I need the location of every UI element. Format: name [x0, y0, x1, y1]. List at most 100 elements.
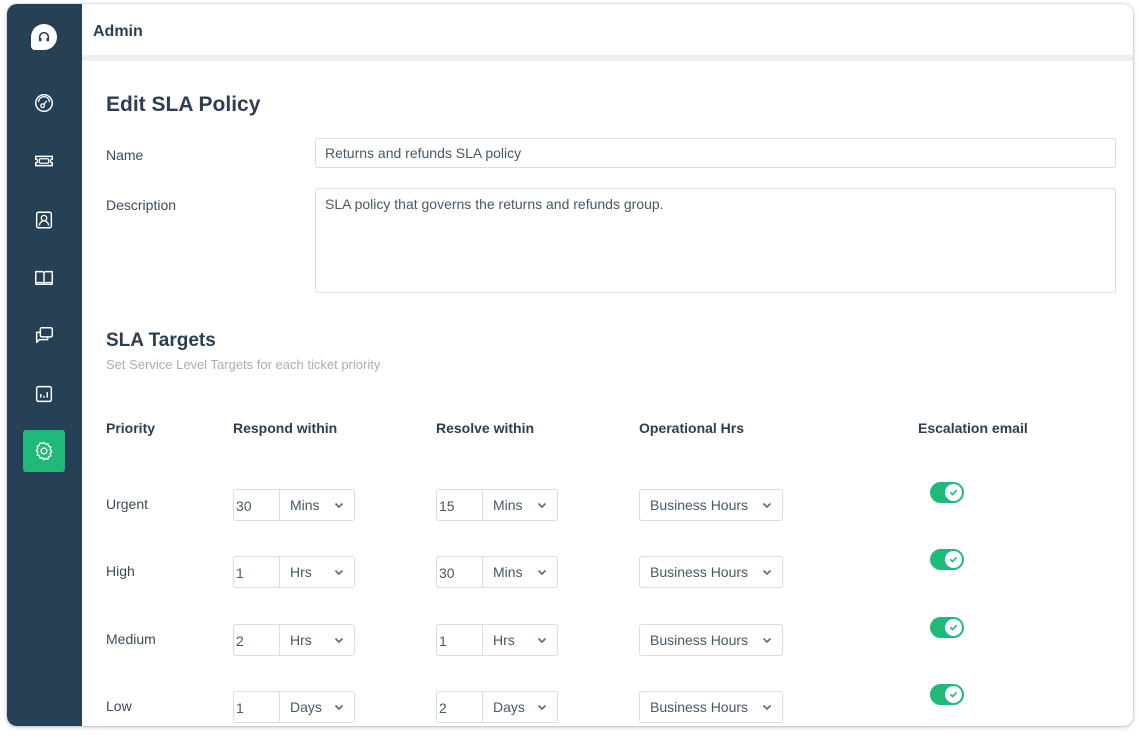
- check-icon: [949, 624, 958, 631]
- respond-within-field: 2 Hrs: [233, 624, 355, 656]
- respond-within-field: 30 Mins: [233, 489, 355, 521]
- app-window: Admin Edit SLA Policy Name Description S…: [7, 4, 1133, 726]
- sidebar-item-contacts[interactable]: [23, 199, 65, 241]
- page-section-title: Admin: [93, 23, 143, 40]
- respond-unit-value: Days: [290, 699, 322, 715]
- respond-unit-select[interactable]: Hrs: [280, 625, 354, 655]
- escalation-email-toggle[interactable]: [930, 684, 964, 705]
- respond-value-input[interactable]: 30: [234, 490, 280, 520]
- chevron-down-icon: [537, 569, 547, 575]
- priority-label: Medium: [106, 631, 156, 647]
- resolve-unit-select[interactable]: Hrs: [483, 625, 557, 655]
- chevron-down-icon: [537, 502, 547, 508]
- description-textarea[interactable]: SLA policy that governs the returns and …: [315, 188, 1116, 293]
- toggle-knob: [945, 484, 962, 501]
- escalation-email-toggle[interactable]: [930, 549, 964, 570]
- chevron-down-icon: [762, 502, 772, 508]
- gear-icon: [35, 441, 53, 461]
- top-bar: Admin: [82, 4, 1133, 61]
- respond-unit-select[interactable]: Mins: [280, 490, 354, 520]
- sla-targets-title: SLA Targets: [106, 330, 216, 351]
- chevron-down-icon: [762, 637, 772, 643]
- toggle-knob: [945, 619, 962, 636]
- dashboard-gauge-icon: [35, 94, 53, 112]
- contact-card-icon: [35, 211, 53, 229]
- name-input[interactable]: [315, 138, 1116, 168]
- column-header-respond: Respond within: [233, 420, 338, 436]
- operational-hrs-select[interactable]: Business Hours: [639, 624, 783, 656]
- check-icon: [949, 691, 958, 698]
- respond-within-field: 1 Hrs: [233, 556, 355, 588]
- escalation-email-toggle[interactable]: [930, 482, 964, 503]
- sidebar-item-tickets[interactable]: [23, 140, 65, 182]
- respond-value-input[interactable]: 2: [234, 625, 280, 655]
- sidebar-item-reports[interactable]: [23, 373, 65, 415]
- priority-label: Urgent: [106, 496, 149, 512]
- check-icon: [949, 556, 958, 563]
- check-icon: [949, 489, 958, 496]
- chevron-down-icon: [537, 637, 547, 643]
- bar-chart-icon: [35, 385, 53, 403]
- book-icon: [35, 270, 53, 286]
- resolve-value-input[interactable]: 30: [437, 557, 483, 587]
- toggle-knob: [945, 551, 962, 568]
- operational-hrs-select[interactable]: Business Hours: [639, 556, 783, 588]
- resolve-within-field: 2 Days: [436, 691, 558, 723]
- resolve-unit-value: Hrs: [493, 632, 515, 648]
- sidebar-item-admin[interactable]: [23, 430, 65, 472]
- priority-label: High: [106, 563, 135, 579]
- page-title: Edit SLA Policy: [106, 93, 261, 116]
- chevron-down-icon: [334, 704, 344, 710]
- resolve-unit-select[interactable]: Mins: [483, 557, 557, 587]
- name-label: Name: [106, 147, 144, 163]
- respond-value-input[interactable]: 1: [234, 692, 280, 722]
- resolve-value-input[interactable]: 1: [437, 625, 483, 655]
- resolve-unit-select[interactable]: Mins: [483, 490, 557, 520]
- chat-bubbles-icon: [35, 327, 53, 344]
- sidebar-item-discussions[interactable]: [23, 315, 65, 357]
- respond-unit-value: Hrs: [290, 632, 312, 648]
- chevron-down-icon: [334, 637, 344, 643]
- resolve-unit-value: Days: [493, 699, 525, 715]
- resolve-value-input[interactable]: 15: [437, 490, 483, 520]
- ticket-icon: [35, 155, 53, 167]
- respond-unit-select[interactable]: Days: [280, 692, 354, 722]
- sidebar: [7, 4, 82, 726]
- operational-hrs-value: Business Hours: [650, 632, 749, 648]
- priority-label: Low: [106, 698, 132, 714]
- operational-hrs-value: Business Hours: [650, 564, 749, 580]
- column-header-resolve: Resolve within: [436, 420, 535, 436]
- chevron-down-icon: [334, 502, 344, 508]
- chevron-down-icon: [537, 704, 547, 710]
- respond-unit-select[interactable]: Hrs: [280, 557, 354, 587]
- sidebar-item-dashboard[interactable]: [23, 82, 65, 124]
- operational-hrs-select[interactable]: Business Hours: [639, 489, 783, 521]
- operational-hrs-value: Business Hours: [650, 497, 749, 513]
- operational-hrs-value: Business Hours: [650, 699, 749, 715]
- resolve-value-input[interactable]: 2: [437, 692, 483, 722]
- respond-value-input[interactable]: 1: [234, 557, 280, 587]
- chevron-down-icon: [762, 704, 772, 710]
- edit-sla-form: Edit SLA Policy Name Description SLA pol…: [82, 67, 1133, 726]
- resolve-within-field: 1 Hrs: [436, 624, 558, 656]
- chevron-down-icon: [334, 569, 344, 575]
- chevron-down-icon: [762, 569, 772, 575]
- resolve-unit-select[interactable]: Days: [483, 692, 557, 722]
- column-header-priority: Priority: [106, 420, 156, 436]
- headset-icon[interactable]: [31, 24, 57, 50]
- column-header-operational-hrs: Operational Hrs: [639, 420, 745, 436]
- toggle-knob: [945, 686, 962, 703]
- operational-hrs-select[interactable]: Business Hours: [639, 691, 783, 723]
- resolve-unit-value: Mins: [493, 564, 523, 580]
- sidebar-item-solutions[interactable]: [23, 257, 65, 299]
- respond-unit-value: Hrs: [290, 564, 312, 580]
- sla-targets-subtitle: Set Service Level Targets for each ticke…: [106, 357, 381, 372]
- respond-unit-value: Mins: [290, 497, 320, 513]
- escalation-email-toggle[interactable]: [930, 617, 964, 638]
- resolve-unit-value: Mins: [493, 497, 523, 513]
- description-label: Description: [106, 197, 177, 213]
- column-header-escalation: Escalation email: [918, 420, 1028, 436]
- resolve-within-field: 15 Mins: [436, 489, 558, 521]
- resolve-within-field: 30 Mins: [436, 556, 558, 588]
- respond-within-field: 1 Days: [233, 691, 355, 723]
